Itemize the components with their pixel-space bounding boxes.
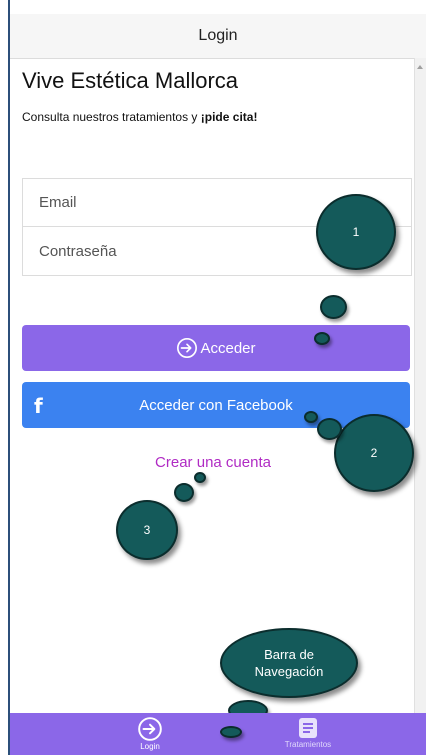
login-icon [177,338,198,358]
nav-bubble-line1: Barra de [264,647,314,662]
tab-login[interactable]: Login [100,713,200,755]
annotation-dot [174,483,194,502]
annotation-bubble-navigation: Barra de Navegación [220,628,358,698]
annotation-bubble-3-label: 3 [143,523,151,537]
app-header: Login [10,14,426,59]
subtitle-cta: ¡pide cita! [200,110,258,124]
login-icon [138,717,162,741]
scrollbar[interactable] [414,58,426,713]
annotation-bubble-3: 3 [116,500,178,560]
left-border [8,0,10,755]
header-title: Login [198,27,238,44]
bottom-navigation-bar: Login Tratamientos [10,713,426,755]
annotation-bubble-2: 2 [334,414,414,492]
subtitle-text: Consulta nuestros tratamientos y [22,110,201,124]
annotation-dot [304,411,318,423]
tab-login-label: Login [140,742,160,751]
annotation-bubble-2-label: 2 [370,446,378,460]
login-button[interactable]: Acceder [22,325,410,371]
annotation-bubble-1-label: 1 [352,225,360,239]
facebook-button-label: Acceder con Facebook [139,396,293,414]
tab-tratamientos-label: Tratamientos [284,740,332,749]
annotation-dot [320,295,347,319]
annotation-dot [194,472,206,483]
scroll-up-arrow-icon[interactable] [417,64,423,70]
annotation-dot [220,726,242,738]
page-title: Vive Estética Mallorca [22,68,239,93]
annotation-dot [317,418,342,440]
document-icon [299,718,317,738]
facebook-icon: f [34,394,43,418]
subtitle: Consulta nuestros tratamientos y ¡pide c… [22,110,257,124]
login-button-label: Acceder [200,339,256,357]
annotation-dot [314,332,330,345]
tab-tratamientos[interactable]: Tratamientos [258,713,358,755]
annotation-bubble-1: 1 [316,194,396,270]
nav-bubble-line2: Navegación [254,664,324,679]
